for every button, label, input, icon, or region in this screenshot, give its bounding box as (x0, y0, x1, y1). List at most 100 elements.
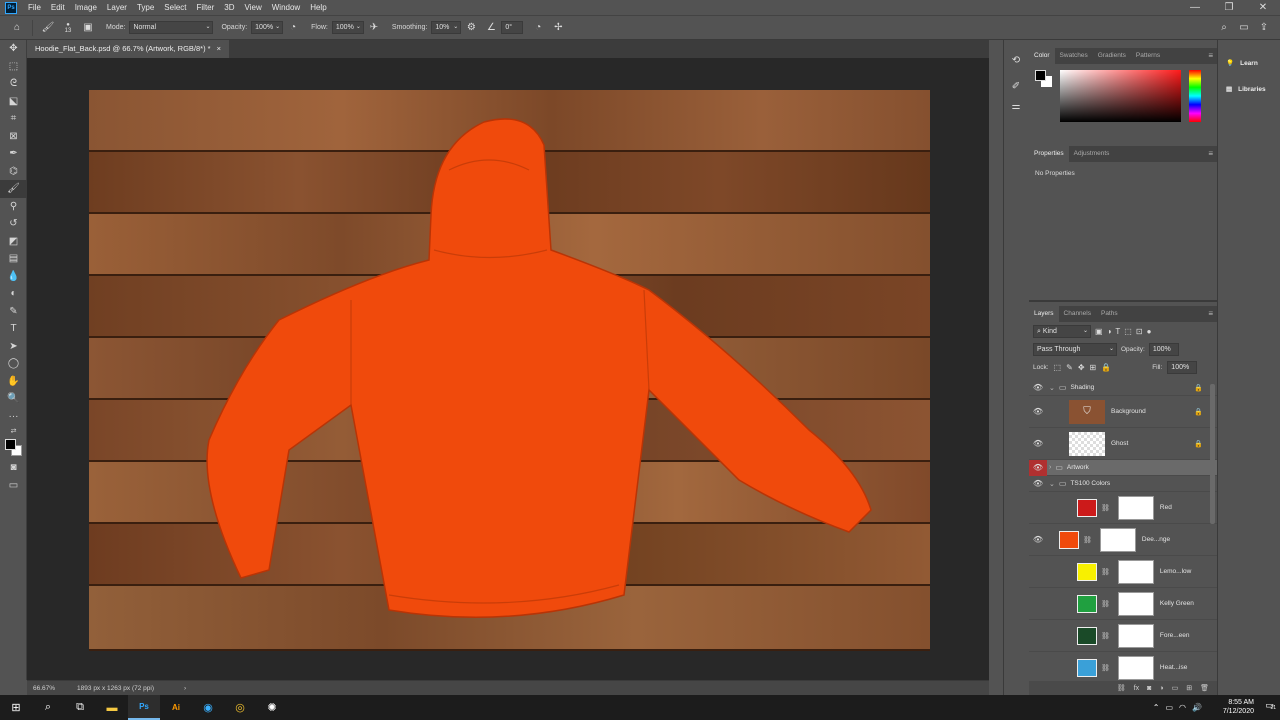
tab-layers[interactable]: Layers (1029, 306, 1059, 322)
close-window-button[interactable]: ✕ (1246, 0, 1280, 15)
hand-tool-icon[interactable]: ✋ (0, 373, 27, 391)
illustrator-taskbar-icon[interactable]: Ai (160, 695, 192, 720)
pen-tool-icon[interactable]: ✎ (0, 303, 27, 321)
brush-tool-icon[interactable]: 🖌 (0, 180, 27, 198)
panel-menu-icon[interactable]: ≡ (1208, 146, 1213, 162)
layer-color-fill[interactable]: ⛓ Fore...een (1029, 620, 1217, 652)
link-chain-icon[interactable]: ⛓ (1101, 568, 1110, 576)
type-tool-icon[interactable]: T (0, 320, 27, 338)
layer-color-fill[interactable]: ⛓ Heat...ise (1029, 652, 1217, 684)
libraries-panel-button[interactable]: ▤ Libraries (1218, 76, 1280, 102)
visibility-eye-icon[interactable]: 👁 (1029, 439, 1047, 448)
fill-field[interactable]: 100% (1167, 360, 1198, 374)
edge-browser-icon[interactable]: ◉ (192, 695, 224, 720)
layer-color-fill[interactable]: 👁 ⛓ Dee...nge (1029, 524, 1217, 556)
expand-icon[interactable]: › (1049, 464, 1051, 471)
delete-layer-icon[interactable]: 🗑 (1200, 684, 1209, 692)
menu-filter[interactable]: Filter (192, 3, 220, 12)
tab-color[interactable]: Color (1029, 48, 1055, 64)
blend-mode-dropdown[interactable]: Pass Through ⌄ (1033, 342, 1117, 356)
menu-edit[interactable]: Edit (46, 3, 70, 12)
layer-color-fill[interactable]: ⛓ Lemo...low (1029, 556, 1217, 588)
menu-image[interactable]: Image (70, 3, 102, 12)
filter-kind-dropdown[interactable]: ⌕ Kind ⌄ (1033, 324, 1091, 338)
zoom-tool-icon[interactable]: 🔍 (0, 390, 27, 408)
crop-tool-icon[interactable]: ⌗ (0, 110, 27, 128)
close-tab-button[interactable]: × (217, 40, 221, 58)
tab-paths[interactable]: Paths (1096, 306, 1123, 322)
tab-patterns[interactable]: Patterns (1131, 48, 1165, 64)
brush-size-picker[interactable]: ● 13 (61, 21, 75, 35)
search-icon[interactable]: ⌕ (1217, 20, 1231, 34)
screen-mode-icon[interactable]: ▭ (0, 477, 27, 495)
menu-3d[interactable]: 3D (219, 3, 239, 12)
foreground-color-swatch[interactable] (5, 439, 16, 450)
filter-toggle-icon[interactable]: ● (1147, 327, 1152, 336)
menu-select[interactable]: Select (159, 3, 191, 12)
brush-tool-preset-icon[interactable]: 🖌 (41, 21, 55, 35)
link-chain-icon[interactable]: ⛓ (1101, 600, 1110, 608)
link-chain-icon[interactable]: ⛓ (1101, 504, 1110, 512)
learn-panel-button[interactable]: 💡 Learn (1218, 50, 1280, 76)
menu-window[interactable]: Window (267, 3, 305, 12)
more-tools-icon[interactable]: ··· (0, 408, 27, 426)
photoshop-taskbar-icon[interactable]: Ps (128, 695, 160, 720)
windows-start-icon[interactable]: ⊞ (0, 695, 32, 720)
filter-shape-icon[interactable]: ⬚ (1124, 327, 1132, 336)
flow-field[interactable]: 100% ⌄ (331, 21, 364, 34)
panel-foreground-swatch[interactable] (1035, 70, 1046, 81)
expand-icon[interactable]: ⌄ (1049, 480, 1055, 488)
file-explorer-icon[interactable]: ▬ (96, 695, 128, 720)
maximize-button[interactable]: ❐ (1212, 0, 1246, 15)
network-icon[interactable]: ▭ (1165, 703, 1173, 712)
tab-gradients[interactable]: Gradients (1093, 48, 1131, 64)
zoom-level[interactable]: 66.67% (33, 685, 55, 692)
color-swatches[interactable] (0, 437, 26, 459)
show-hidden-icons-icon[interactable]: ⌃ (1153, 703, 1160, 712)
tab-adjustments[interactable]: Adjustments (1069, 146, 1115, 162)
visibility-eye-icon[interactable]: 👁 (1029, 383, 1047, 392)
chrome-browser-icon[interactable]: ◎ (224, 695, 256, 720)
smoothing-field[interactable]: 10% ⌄ (431, 21, 462, 34)
visibility-eye-icon[interactable]: 👁 (1029, 479, 1047, 488)
airbrush-icon[interactable]: ✈ (367, 21, 381, 35)
angle-field[interactable]: 0° (501, 21, 524, 34)
new-layer-icon[interactable]: ⊞ (1186, 684, 1192, 692)
eraser-tool-icon[interactable]: ◩ (0, 233, 27, 251)
filter-pixel-icon[interactable]: ▣ (1095, 327, 1103, 336)
eyedropper-tool-icon[interactable]: ✒ (0, 145, 27, 163)
expand-icon[interactable]: ⌄ (1049, 384, 1055, 392)
clone-stamp-tool-icon[interactable]: ⚲ (0, 198, 27, 216)
filter-smart-object-icon[interactable]: ⊡ (1136, 327, 1143, 336)
volume-icon[interactable]: 🔊 (1192, 703, 1202, 712)
layer-group-artwork[interactable]: 👁 › ▭ Artwork (1029, 459, 1217, 476)
lock-all-icon[interactable]: 🔒 (1101, 363, 1111, 372)
link-layers-icon[interactable]: ⛓ (1117, 684, 1126, 692)
tab-swatches[interactable]: Swatches (1055, 48, 1093, 64)
hue-slider[interactable] (1189, 70, 1201, 122)
menu-help[interactable]: Help (305, 3, 331, 12)
dodge-tool-icon[interactable]: ◐ (0, 285, 27, 303)
layer-group-shading[interactable]: 👁 ⌄ ▭ Shading 🔒 (1029, 380, 1217, 396)
layer-group-ts100-colors[interactable]: 👁 ⌄ ▭ TS100 Colors (1029, 476, 1217, 492)
document-canvas[interactable] (89, 90, 930, 651)
symmetry-icon[interactable]: ✢ (551, 21, 565, 35)
paint-app-icon[interactable]: ✺ (256, 695, 288, 720)
task-view-icon[interactable]: ⧉ (64, 695, 96, 720)
brush-settings-icon[interactable]: ▣ (81, 21, 95, 35)
visibility-eye-icon[interactable]: 👁 (1029, 459, 1047, 476)
panel-menu-icon[interactable]: ≡ (1208, 306, 1213, 322)
adjustments-panel-icon[interactable]: ⚌ (1004, 96, 1028, 116)
layer-style-fx-icon[interactable]: fx (1134, 685, 1139, 692)
menu-file[interactable]: File (23, 3, 46, 12)
quick-mask-icon[interactable]: ◙ (0, 459, 27, 477)
frame-tool-icon[interactable]: ⊠ (0, 128, 27, 146)
lock-artboard-icon[interactable]: ⊞ (1090, 363, 1097, 372)
marquee-tool-icon[interactable]: ⬚ (0, 58, 27, 76)
layers-scrollbar[interactable] (1210, 384, 1215, 524)
swap-colors-icon[interactable]: ⇄ (0, 425, 27, 437)
smoothing-settings-gear-icon[interactable]: ⚙ (464, 21, 478, 35)
lock-position-icon[interactable]: ✥ (1078, 363, 1085, 372)
workspace-icon[interactable]: ▭ (1237, 20, 1251, 34)
add-mask-icon[interactable]: ◙ (1147, 685, 1151, 692)
